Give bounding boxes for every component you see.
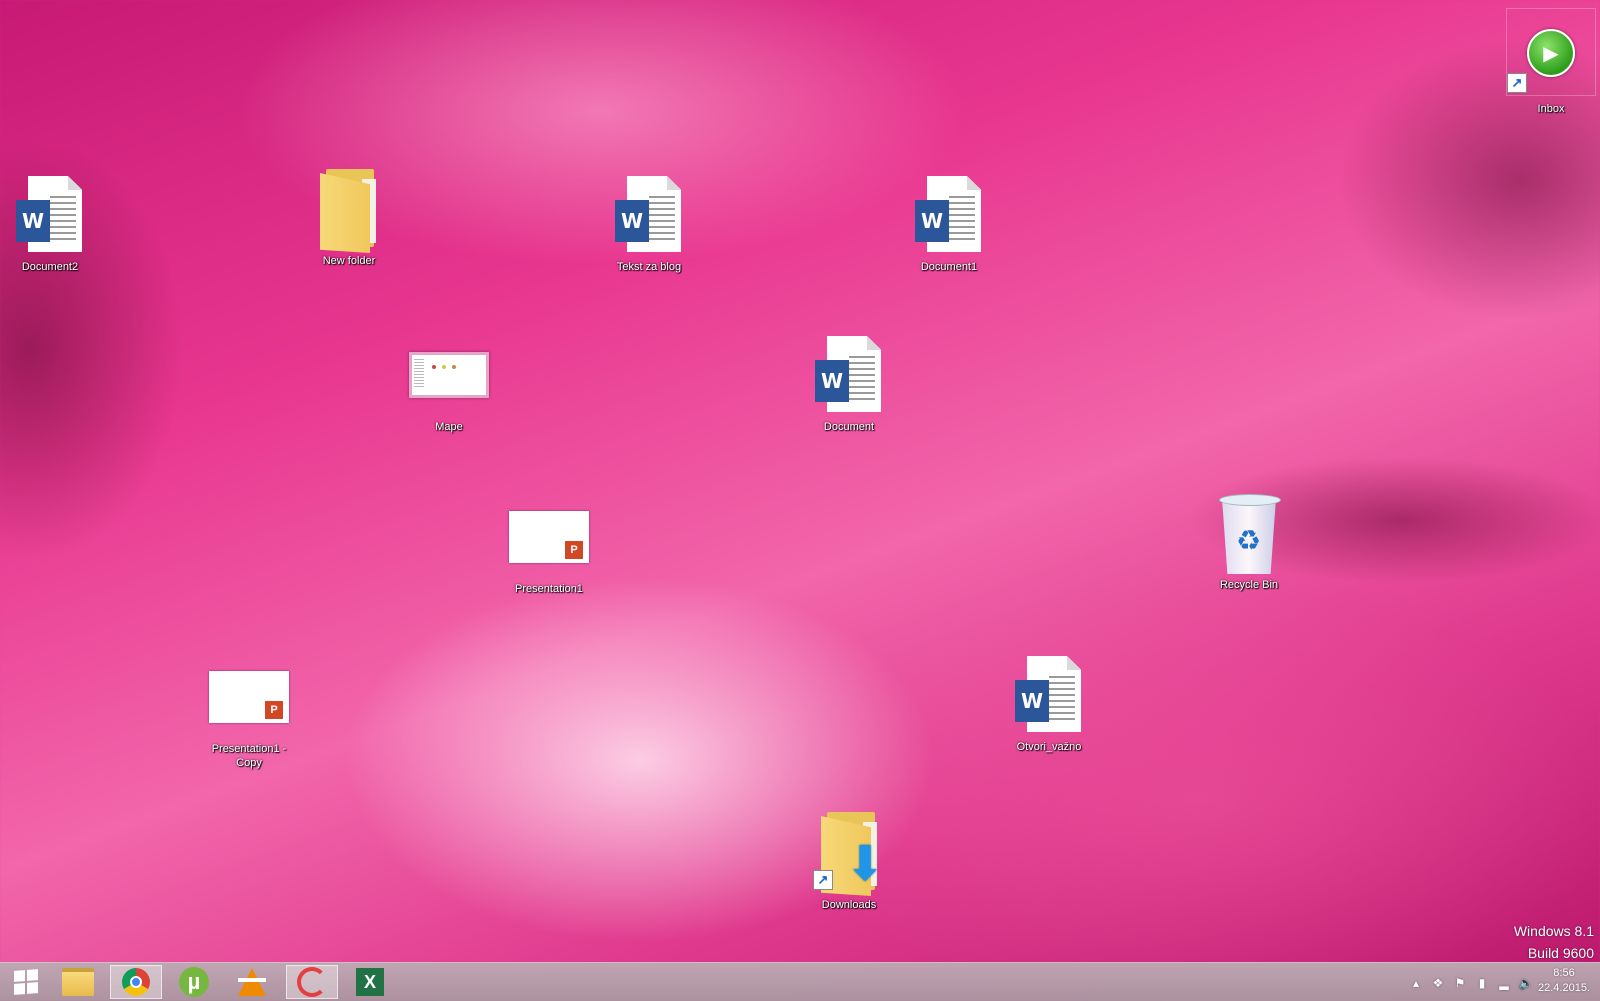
icon-label: Tekst za blog (616, 261, 682, 273)
windows-logo-icon (14, 969, 38, 995)
icon-label: Recycle Bin (1219, 579, 1279, 591)
desktop-icon-otvori-vazno[interactable]: W Otvori_važno (1003, 652, 1095, 754)
icon-label: Presentation1 (515, 583, 583, 595)
start-button[interactable] (0, 965, 52, 999)
desktop-icon-recycle-bin[interactable]: ♻ Recycle Bin (1203, 490, 1295, 592)
icon-label: Presentation1 - Copy (211, 743, 287, 769)
power-battery-icon[interactable]: ▮ (1474, 976, 1490, 990)
shortcut-arrow-icon: ↗ (1507, 73, 1527, 93)
icon-label: Mape (435, 421, 463, 433)
powerpoint-thumbnail-icon: P (209, 654, 289, 740)
show-hidden-icons-chevron-icon[interactable]: ▴ (1408, 976, 1424, 990)
play-icon: ▶ (1527, 29, 1575, 77)
word-document-icon: W (10, 172, 90, 258)
desktop-icon-document[interactable]: W Document (803, 332, 895, 434)
action-center-flag-icon[interactable]: ⚑ (1452, 976, 1468, 990)
windows-build-watermark: Windows 8.1 Build 9600 (1514, 920, 1594, 964)
word-document-icon: W (809, 332, 889, 418)
icon-label: Downloads (821, 899, 877, 911)
image-thumbnail-icon (409, 332, 489, 418)
taskbar-utorrent[interactable]: µ (168, 965, 220, 999)
excel-icon: X (356, 968, 384, 996)
taskbar-file-explorer[interactable] (52, 965, 104, 999)
desktop-icon-tekst-za-blog[interactable]: W Tekst za blog (603, 172, 695, 274)
watermark-version: Windows 8.1 (1513, 923, 1594, 939)
desktop-icon-inbox[interactable]: ▶ ↗ Inbox (1506, 8, 1596, 115)
taskbar-vlc[interactable] (226, 965, 278, 999)
icon-label: Document (823, 421, 875, 433)
desktop-icon-presentation1[interactable]: P Presentation1 (503, 494, 595, 596)
network-signal-icon[interactable]: ▂ (1496, 976, 1512, 990)
icon-label: Document1 (920, 261, 978, 273)
powerpoint-thumbnail-icon: P (509, 494, 589, 580)
watermark-build: Build 9600 (1527, 945, 1594, 961)
icon-label: New folder (322, 255, 376, 267)
desktop-icon-document2[interactable]: W Document2 (4, 172, 96, 274)
taskbar-clock[interactable]: 8:56 22.4.2015. (1536, 966, 1592, 996)
word-document-icon: W (609, 172, 689, 258)
icon-label: Inbox (1537, 103, 1565, 115)
volume-icon[interactable]: 🔈 (1518, 976, 1534, 990)
desktop-icon-new-folder[interactable]: New folder (303, 166, 395, 268)
shortcut-arrow-icon: ↗ (813, 870, 833, 890)
utorrent-icon: µ (179, 967, 209, 997)
taskbar-chrome[interactable] (110, 965, 162, 999)
taskbar-ccleaner[interactable] (286, 965, 338, 999)
ccleaner-icon (297, 967, 327, 997)
downloads-folder-icon: ⬇ ↗ (809, 810, 889, 896)
desktop: W Document2 New folder W Tekst za blog W… (0, 0, 1600, 962)
taskbar-excel[interactable]: X (344, 965, 396, 999)
dropbox-icon[interactable]: ❖ (1430, 976, 1446, 990)
desktop-icon-mape[interactable]: Mape (403, 332, 495, 434)
download-arrow-icon: ⬇ (845, 836, 886, 892)
icon-label: Document2 (21, 261, 79, 273)
chrome-icon (122, 968, 150, 996)
folder-icon (62, 968, 94, 996)
recycle-bin-icon: ♻ (1209, 490, 1289, 576)
taskbar: µ X ▴ ❖ ⚑ ▮ ▂ 🔈 8:56 22.4.2015. (0, 962, 1600, 1001)
icon-label: Otvori_važno (1016, 741, 1082, 753)
folder-icon (309, 166, 389, 253)
desktop-icon-presentation1-copy[interactable]: P Presentation1 - Copy (203, 654, 295, 770)
clock-date: 22.4.2015. (1538, 982, 1590, 994)
vlc-cone-icon (238, 968, 266, 996)
system-tray: ▴ ❖ ⚑ ▮ ▂ 🔈 (1408, 973, 1534, 993)
word-document-icon: W (1009, 652, 1089, 738)
clock-time: 8:56 (1553, 967, 1575, 979)
desktop-icon-document1[interactable]: W Document1 (903, 172, 995, 274)
word-document-icon: W (909, 172, 989, 258)
desktop-icon-downloads[interactable]: ⬇ ↗ Downloads (803, 810, 895, 912)
